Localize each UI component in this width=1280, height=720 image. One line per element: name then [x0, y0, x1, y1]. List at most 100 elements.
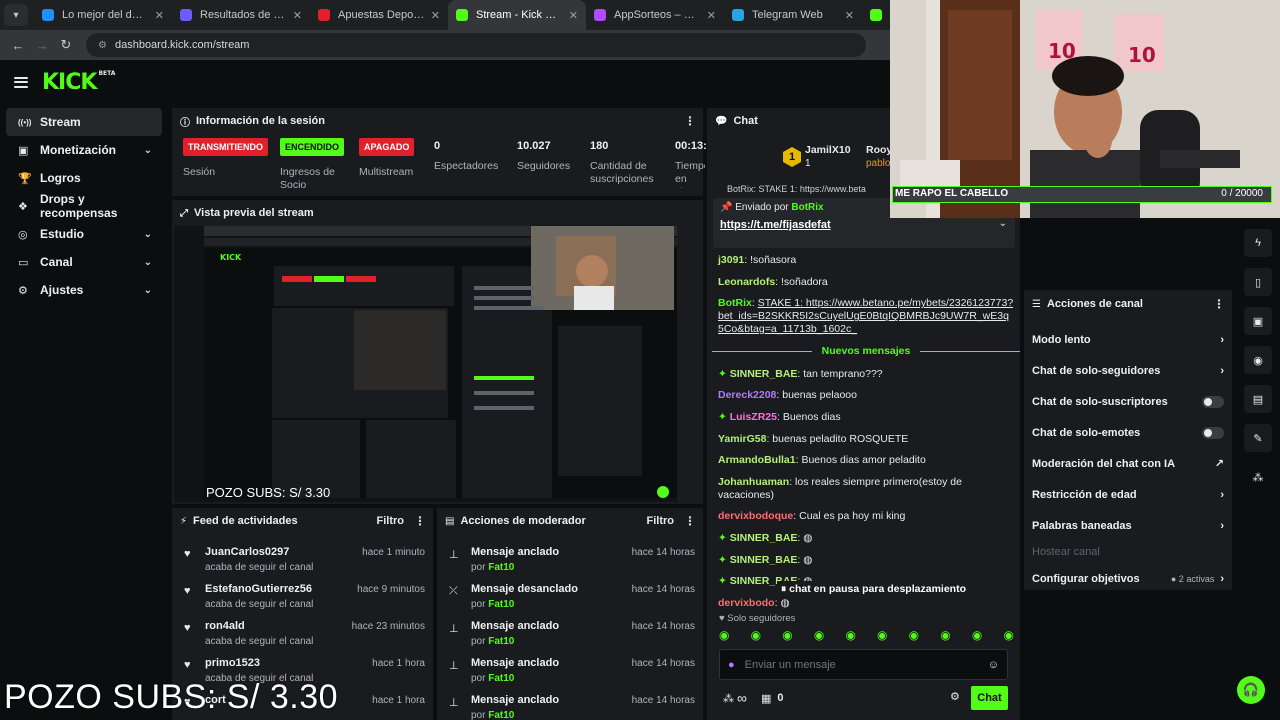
chat-message[interactable]: BotRix: STAKE 1: https://www.betano.pe/m…: [718, 297, 1014, 336]
chevron-right-icon[interactable]: ›: [1220, 573, 1224, 585]
chevron-down-icon[interactable]: ⌄: [144, 257, 152, 268]
quick-actions-icon[interactable]: ⁂: [1244, 463, 1272, 491]
chat-username[interactable]: BotRix: [718, 297, 752, 309]
feed-item[interactable]: ♥ EstefanoGutierrez56 acaba de seguir el c…: [172, 579, 433, 616]
sidebar-item-stream[interactable]: ((•)) Stream: [6, 108, 162, 136]
back-icon[interactable]: ←: [8, 38, 28, 53]
chat-message[interactable]: Leonardofs: !soñadora: [718, 276, 1014, 289]
emoji-icon[interactable]: ☺: [988, 659, 999, 671]
chat-message[interactable]: dervixbodo: ◍: [718, 597, 1014, 610]
channel-actions-more-icon[interactable]: ⋮: [1213, 297, 1225, 311]
emote-icon[interactable]: ◉: [909, 628, 919, 642]
toggle-switch[interactable]: [1202, 395, 1224, 408]
tab-close-icon[interactable]: ✕: [431, 9, 440, 22]
mod-action-item[interactable]: ⊥ Mensaje anclado por Fat10 hace 14 horas: [437, 542, 703, 579]
emote-icon[interactable]: ◉: [719, 628, 729, 642]
forward-icon[interactable]: →: [32, 38, 52, 53]
channel-action-item[interactable]: Chat de solo-suscriptores: [1024, 386, 1232, 417]
chat-message[interactable]: ArmandoBulla1: Buenos dias amor peladito: [718, 454, 1014, 467]
chat-message[interactable]: Johanhuaman: los reales siempre primero(…: [718, 476, 1014, 502]
window-icon[interactable]: ▤: [1244, 385, 1272, 413]
chat-paused-banner[interactable]: ⏸ chat en pausa para desplazamiento: [777, 581, 970, 598]
channel-action-item[interactable]: Palabras baneadas ›: [1024, 510, 1232, 541]
sidebar-item-drops[interactable]: ❖ Drops y recompensas: [6, 192, 162, 220]
mic-icon[interactable]: ●: [728, 659, 735, 671]
chat-message[interactable]: Dereck2208: buenas pelaooo: [718, 389, 1014, 402]
emote-icon[interactable]: ◉: [782, 628, 792, 642]
browser-tab[interactable]: Telegram Web ✕: [724, 0, 862, 30]
channel-action-item[interactable]: Restricción de edad ›: [1024, 479, 1232, 510]
emote-icon[interactable]: ◉: [877, 628, 887, 642]
toggle-switch[interactable]: [1202, 426, 1224, 439]
chat-input-box[interactable]: ● ☺: [719, 649, 1008, 680]
channel-action-item[interactable]: Chat de solo-emotes: [1024, 417, 1232, 448]
tab-close-icon[interactable]: ✕: [569, 9, 578, 22]
tab-close-icon[interactable]: ✕: [707, 9, 716, 22]
feed-more-icon[interactable]: ⋮: [414, 514, 426, 528]
chat-username[interactable]: Leonardofs: [718, 276, 775, 288]
url-field[interactable]: ⚙ dashboard.kick.com/stream: [86, 33, 866, 57]
sidebar-item-logros[interactable]: 🏆 Logros: [6, 164, 162, 192]
mod-action-item[interactable]: ⤫ Mensaje desanclado por Fat10 hace 14 hora…: [437, 579, 703, 616]
tab-search-icon[interactable]: ▾: [4, 4, 28, 26]
moderator-name[interactable]: Fat10: [488, 562, 514, 573]
modact-more-icon[interactable]: ⋮: [684, 514, 696, 528]
channel-action-item[interactable]: Configurar objetivos ● 2 activas ›: [1024, 563, 1232, 594]
mod-action-item[interactable]: ⊥ Mensaje anclado por Fat10 hace 14 horas: [437, 690, 703, 720]
pinned-collapse-icon[interactable]: ⌄: [999, 218, 1007, 229]
emote-icon[interactable]: ◉: [814, 628, 824, 642]
radio-icon[interactable]: ◉: [1244, 346, 1272, 374]
stream-preview-video[interactable]: KICK POZO SUBS: S/ 3.30: [174, 226, 677, 502]
chat-message[interactable]: j3091: !soñasora: [718, 254, 1014, 267]
emote-icon[interactable]: ◉: [751, 628, 761, 642]
chat-message[interactable]: dervixbodoque: Cual es pa hoy mi king: [718, 510, 1014, 523]
gift-icon[interactable]: ▦: [761, 692, 771, 705]
kick-logo[interactable]: KICK BETA: [42, 70, 115, 95]
moderator-name[interactable]: Fat10: [488, 599, 514, 610]
document-icon[interactable]: ▯: [1244, 268, 1272, 296]
chat-username[interactable]: LuisZR25: [730, 411, 777, 423]
browser-tab[interactable]: Apuestas Deportivas - Ca ✕: [310, 0, 448, 30]
chat-message[interactable]: ✦ SINNER_BAE: tan temprano???: [718, 368, 1014, 381]
browser-tab[interactable]: Resultados de fútbol en d ✕: [172, 0, 310, 30]
feed-item[interactable]: ♥ JuanCarlos0297 acaba de seguir el canal h…: [172, 542, 433, 579]
chevron-down-icon[interactable]: ⌄: [144, 145, 152, 156]
chat-message[interactable]: ✦ SINNER_BAE: ◍: [718, 532, 1014, 545]
menu-icon[interactable]: [14, 76, 28, 88]
chat-username[interactable]: j3091: [718, 254, 744, 266]
channel-action-item[interactable]: Chat de solo-seguidores ›: [1024, 355, 1232, 386]
moderator-name[interactable]: Fat10: [488, 636, 514, 647]
chat-icon[interactable]: ▣: [1244, 307, 1272, 335]
support-headset-icon[interactable]: 🎧: [1237, 676, 1265, 704]
feed-filter-button[interactable]: Filtro: [377, 515, 405, 527]
chat-send-button[interactable]: Chat: [971, 686, 1008, 710]
sidebar-item-ajustes[interactable]: ⚙ Ajustes ⌄: [6, 276, 162, 304]
chat-username[interactable]: ArmandoBulla1: [718, 454, 796, 466]
emote-icon[interactable]: ◉: [940, 628, 950, 642]
external-link-icon[interactable]: ↗: [1215, 457, 1224, 470]
channel-action-item[interactable]: Moderación del chat con IA ↗: [1024, 448, 1232, 479]
browser-tab[interactable]: AppSorteos – La Ruleta de ✕: [586, 0, 724, 30]
chevron-right-icon[interactable]: ›: [1220, 334, 1224, 346]
chat-message[interactable]: ✦ LuisZR25: Buenos dias: [718, 411, 1014, 424]
pinned-link[interactable]: https://t.me/fijasdefat: [720, 219, 1008, 231]
chat-message[interactable]: ✦ SINNER_BAE: ◍: [718, 554, 1014, 567]
chat-username[interactable]: Johanhuaman: [718, 476, 789, 488]
chevron-down-icon[interactable]: ⌄: [144, 285, 152, 296]
chat-message-input[interactable]: [744, 658, 988, 671]
chevron-right-icon[interactable]: ›: [1220, 489, 1224, 501]
emote-icon[interactable]: ◉: [1003, 628, 1013, 642]
chat-username[interactable]: Dereck2208: [718, 389, 776, 401]
wrench-icon[interactable]: ✎: [1244, 424, 1272, 452]
chat-settings-icon[interactable]: ⚙: [950, 690, 960, 703]
points-icon[interactable]: ⁂: [723, 692, 734, 705]
bolt-icon[interactable]: ϟ: [1244, 229, 1272, 257]
modact-filter-button[interactable]: Filtro: [647, 515, 675, 527]
chevron-down-icon[interactable]: ⌄: [144, 229, 152, 240]
chat-message[interactable]: YamirG58: buenas peladito ROSQUETE: [718, 433, 1014, 446]
chat-username[interactable]: dervixbodo: [718, 597, 775, 609]
chevron-right-icon[interactable]: ›: [1220, 365, 1224, 377]
chat-username[interactable]: SINNER_BAE: [730, 532, 798, 544]
mod-action-item[interactable]: ⊥ Mensaje anclado por Fat10 hace 14 horas: [437, 616, 703, 653]
browser-tab[interactable]: Stream - Kick Dashboard ✕: [448, 0, 586, 30]
